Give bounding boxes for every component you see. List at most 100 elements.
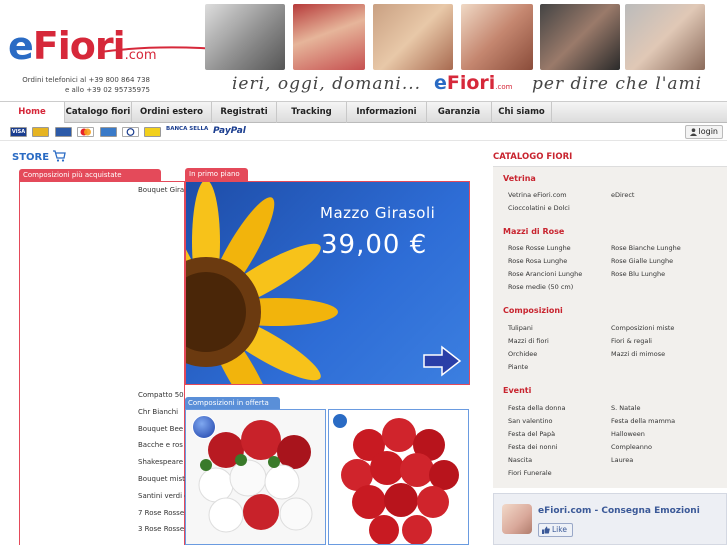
catalog-link[interactable]: Festa dei nonni: [508, 443, 558, 451]
bestsellers-box: [19, 181, 185, 545]
payment-bar: VISA BANCA SELLA PayPal login: [0, 123, 727, 141]
catalog-link[interactable]: S. Natale: [611, 404, 640, 412]
catalog-section-composizioni: Composizioni: [503, 306, 563, 315]
featured-banner[interactable]: Mazzo Girasoli 39,00 €: [185, 181, 470, 385]
bestseller-item[interactable]: Bouquet Gira: [138, 186, 185, 194]
slogan-right: per dire che l'ami: [532, 74, 703, 94]
nav-ordini-estero[interactable]: Ordini estero: [132, 102, 212, 123]
catalog-link[interactable]: Orchidee: [508, 350, 537, 358]
nav-chi-siamo[interactable]: Chi siamo: [492, 102, 552, 123]
visa-card-icon: VISA: [10, 127, 27, 137]
login-button[interactable]: login: [684, 125, 723, 139]
catalog-link[interactable]: Laurea: [611, 456, 633, 464]
catalog-link[interactable]: Compleanno: [611, 443, 652, 451]
offer-badge-icon: [192, 415, 216, 439]
slogan-logo-domain: .com: [495, 83, 513, 91]
slogan-logo-text: Fiori: [446, 72, 496, 94]
catalog-title: CATALOGO FIORI: [493, 152, 573, 162]
nav-informazioni[interactable]: Informazioni: [347, 102, 427, 123]
bestseller-item[interactable]: 3 Rose Rosse: [138, 525, 185, 533]
catalog-link[interactable]: Piante: [508, 363, 528, 371]
login-label: login: [698, 127, 719, 136]
catalog-link[interactable]: Rose medie (50 cm): [508, 283, 573, 291]
bestseller-item[interactable]: Santini verdi e: [138, 492, 185, 500]
slogan-left: ieri, oggi, domani...: [232, 74, 422, 94]
offer-logo-badge-icon: [332, 413, 348, 429]
catalog-link[interactable]: Mazzi di fiori: [508, 337, 549, 345]
catalog-link[interactable]: Rose Gialle Lunghe: [611, 257, 673, 265]
catalog-section-vetrina: Vetrina: [503, 174, 536, 183]
nav-garanzia[interactable]: Garanzia: [427, 102, 492, 123]
nav-home[interactable]: Home: [0, 102, 65, 123]
catalog-link[interactable]: Festa del Papà: [508, 430, 555, 438]
logo-letter: e: [8, 24, 34, 68]
featured-tab: In primo piano: [185, 168, 248, 181]
header-photo-strip: [205, 4, 715, 72]
bestseller-item[interactable]: 7 Rose Rosse: [138, 509, 185, 517]
nav-tracking[interactable]: Tracking: [277, 102, 347, 123]
postepay-card-icon: [144, 127, 161, 137]
bestseller-item[interactable]: Bacche e ros: [138, 441, 185, 449]
catalog-section-eventi: Eventi: [503, 386, 532, 395]
facebook-like-button[interactable]: Like: [538, 523, 573, 537]
arrow-right-icon[interactable]: [422, 345, 462, 377]
bestseller-item[interactable]: Compatto 50 Rose: [138, 391, 185, 399]
catalog-link[interactable]: Fiori Funerale: [508, 469, 552, 477]
nav-catalogo-fiori[interactable]: Catalogo fiori: [65, 102, 132, 123]
bestseller-item[interactable]: Chr Bianchi: [138, 408, 185, 416]
catalog-section-mazzi-di-rose: Mazzi di Rose: [503, 227, 565, 236]
contact-info: Ordini telefonici al +39 800 864 738 e a…: [10, 75, 150, 95]
store-title: STORE: [12, 152, 50, 163]
catalog-sidebar: CATALOGO FIORI Vetrina Vetrina eFiori.co…: [493, 148, 727, 545]
header-photo-elderly: [540, 4, 620, 70]
nav-registrati[interactable]: Registrati: [212, 102, 277, 123]
maestro-card-icon: [55, 127, 72, 137]
catalog-link[interactable]: Rose Bianche Lunghe: [611, 244, 681, 252]
main-nav: Home Catalogo fiori Ordini estero Regist…: [0, 101, 727, 123]
thumbs-up-icon: [542, 526, 550, 534]
catalog-link[interactable]: Halloween: [611, 430, 645, 438]
header-photo-couple: [373, 4, 453, 70]
catalog-link[interactable]: Rose Arancioni Lunghe: [508, 270, 582, 278]
catalog-link[interactable]: eDirect: [611, 191, 634, 199]
catalog-link[interactable]: San valentino: [508, 417, 553, 425]
facebook-like-label: Like: [552, 525, 567, 534]
catalog-link[interactable]: Rose Blu Lunghe: [611, 270, 665, 278]
catalog-link[interactable]: Mazzi di mimose: [611, 350, 665, 358]
catalog-link[interactable]: Festa della mamma: [611, 417, 675, 425]
cart-icon[interactable]: [52, 150, 66, 162]
catalog-link[interactable]: Composizioni miste: [611, 324, 674, 332]
catalog-link[interactable]: Fiori & regali: [611, 337, 652, 345]
bouquet-red-roses-image: [329, 410, 468, 544]
catalog-link[interactable]: Vetrina eFiori.com: [508, 191, 567, 199]
header-photo-girl: [293, 4, 365, 70]
mastercard-icon: [77, 127, 94, 137]
offer-product-1[interactable]: [185, 409, 326, 545]
catalog-link[interactable]: Rose Rosa Lunghe: [508, 257, 567, 265]
mastercard-gold-icon: [32, 127, 49, 137]
page: eFiori.com Ordini telefonici al +39 800 …: [0, 0, 727, 545]
catalog-box: Vetrina Vetrina eFiori.com eDirect Ciocc…: [493, 166, 727, 488]
bestseller-item[interactable]: Bouquet Bee: [138, 425, 185, 433]
banca-sella-logo: BANCA SELLA: [166, 126, 209, 132]
header: eFiori.com Ordini telefonici al +39 800 …: [0, 0, 727, 100]
featured-price: 39,00 €: [321, 230, 428, 260]
contact-phone-1: Ordini telefonici al +39 800 864 738: [22, 76, 150, 84]
offer-product-2[interactable]: [328, 409, 469, 545]
facebook-page-avatar: [502, 504, 532, 534]
bestseller-item[interactable]: Shakespeare: [138, 458, 185, 466]
bestseller-item[interactable]: Bouquet mist: [138, 475, 185, 483]
user-icon: [689, 127, 697, 136]
catalog-link[interactable]: Rose Rosse Lunghe: [508, 244, 571, 252]
facebook-page-title[interactable]: eFiori.com - Consegna Emozioni: [538, 506, 700, 516]
catalog-link[interactable]: Cioccolatini e Dolci: [508, 204, 570, 212]
catalog-link[interactable]: Nascita: [508, 456, 532, 464]
slogan-logo-letter: e: [434, 72, 447, 94]
header-photo-grandparents: [625, 4, 705, 70]
catalog-link[interactable]: Tulipani: [508, 324, 533, 332]
catalog-link[interactable]: Festa della donna: [508, 404, 565, 412]
header-photo-children: [205, 4, 285, 70]
header-photo-mother: [461, 4, 533, 70]
featured-product-name: Mazzo Girasoli: [320, 204, 436, 222]
amex-card-icon: [100, 127, 117, 137]
